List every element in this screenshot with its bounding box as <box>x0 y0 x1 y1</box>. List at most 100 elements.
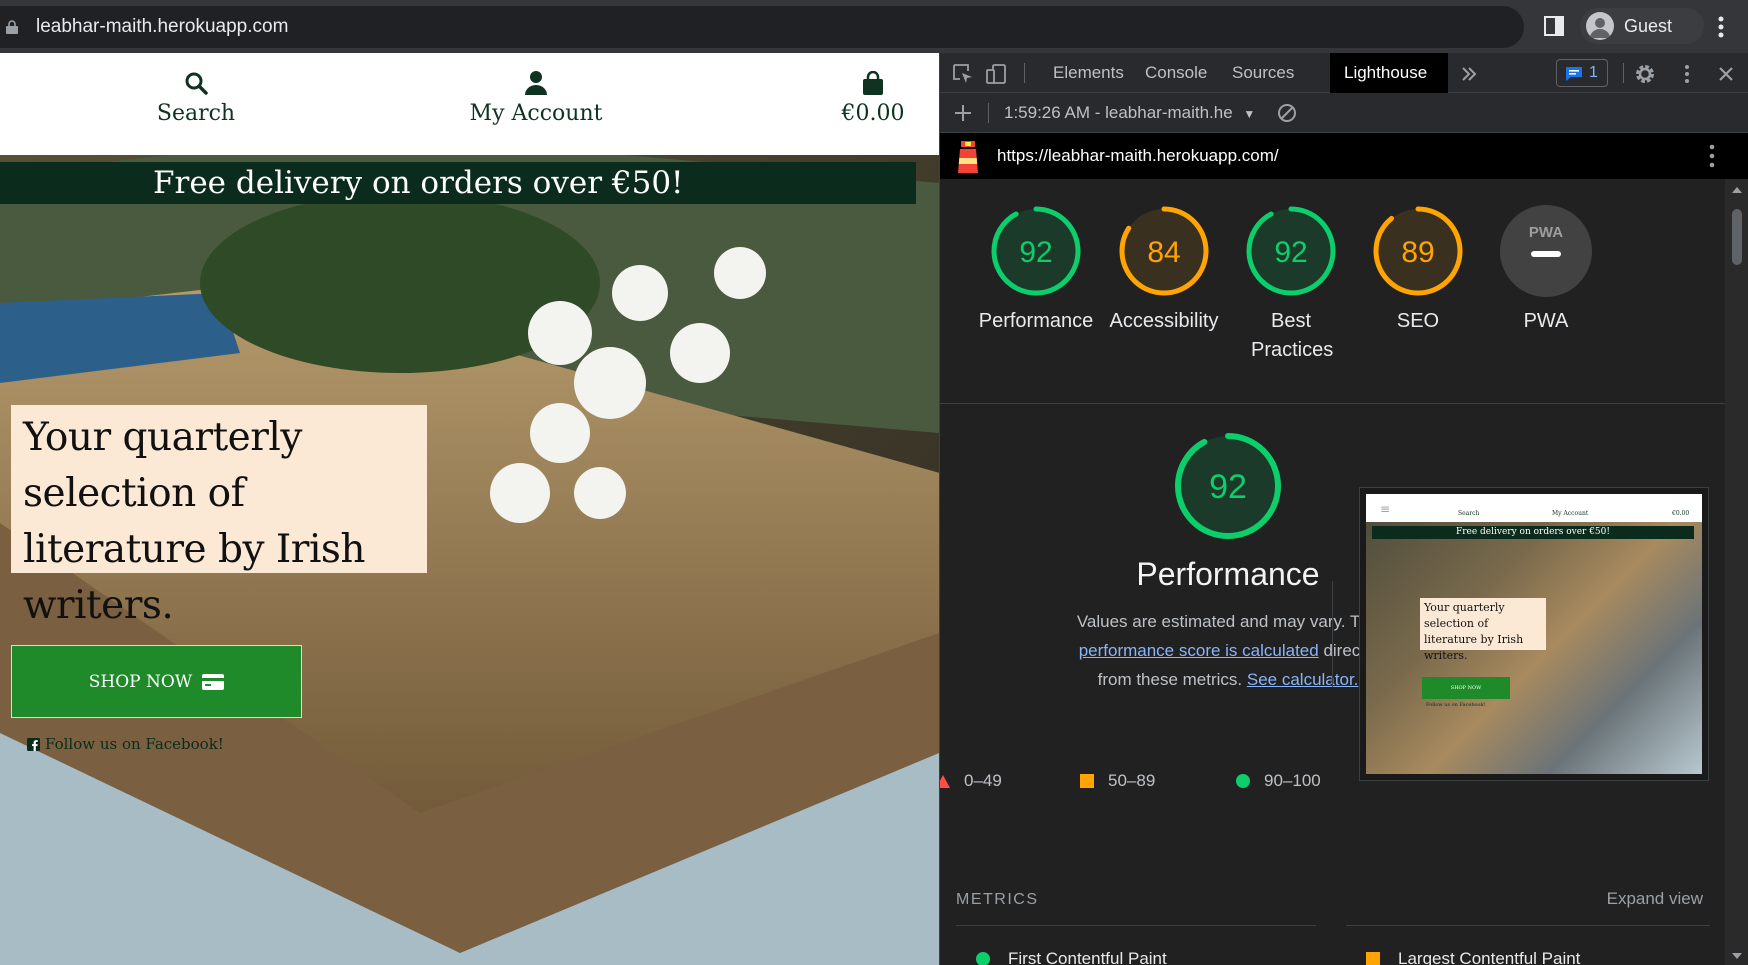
address-bar[interactable]: leabhar-maith.herokuapp.com <box>0 6 1524 48</box>
toolbar-separator <box>988 103 989 123</box>
score-calculated-link[interactable]: performance score is calculated <box>1079 641 1319 660</box>
report-selector-value: 1:59:26 AM - leabhar-maith.he <box>1004 103 1233 122</box>
final-screenshot[interactable]: ≡ Search My Account €0.00 Free delivery … <box>1359 487 1709 781</box>
metrics-divider <box>1346 925 1710 926</box>
nav-search-link[interactable]: Search <box>150 71 242 126</box>
shopping-bag-icon <box>863 71 883 95</box>
report-scrollbar[interactable] <box>1725 179 1748 965</box>
site-header: Search My Account €0.00 <box>0 53 939 155</box>
gauge-seo[interactable]: 89 SEO <box>1358 205 1478 336</box>
report-menu-icon[interactable] <box>1709 144 1715 168</box>
shop-now-label: SHOP NOW <box>88 671 193 692</box>
gauge-label: Best Practices <box>1251 310 1334 361</box>
profile-label: Guest <box>1624 16 1673 36</box>
metric-largest-contentful-paint: Largest Contentful Paint <box>1366 949 1580 965</box>
scroll-up-arrow-icon[interactable] <box>1732 187 1742 193</box>
gauge-ring: 89 <box>1373 206 1463 296</box>
nav-search-label: Search <box>156 101 236 126</box>
thumb-banner: Free delivery on orders over €50! <box>1372 526 1694 539</box>
thumb-facebook: Follow us on Facebook! <box>1426 702 1486 708</box>
gauge-pwa[interactable]: PWA PWA <box>1486 205 1606 336</box>
lighthouse-report: 92 Performance 84 Accessibility 92 Best Pract… <box>940 179 1725 965</box>
pass-circle-icon <box>976 952 990 965</box>
thumb-search: Search <box>1458 510 1480 517</box>
clear-reports-icon[interactable] <box>1276 102 1298 124</box>
lighthouse-url-bar: https://leabhar-maith.herokuapp.com/ <box>940 133 1748 179</box>
legend-fail: 0–49 <box>940 771 1002 791</box>
tab-separator <box>1024 63 1025 83</box>
section-divider <box>940 403 1725 404</box>
gauge-score-value: 89 <box>1401 236 1434 269</box>
tab-lighthouse[interactable]: Lighthouse <box>1330 53 1448 93</box>
more-tabs-icon[interactable] <box>1458 63 1480 85</box>
devtools-menu-icon[interactable] <box>1676 63 1698 85</box>
dropdown-caret-icon: ▼ <box>1243 107 1256 121</box>
gauge-ring: 92 <box>991 206 1081 296</box>
facebook-icon <box>27 737 40 751</box>
metric-label: First Contentful Paint <box>1008 949 1167 965</box>
gauge-ring: PWA <box>1500 205 1592 297</box>
hero-tagline: Your quarterly selection of literature b… <box>11 405 427 628</box>
settings-gear-icon[interactable] <box>1634 63 1656 85</box>
metrics-heading: METRICS <box>956 891 1039 908</box>
shop-now-button[interactable]: SHOP NOW <box>11 645 302 718</box>
gauge-score-value: 92 <box>1274 236 1307 269</box>
metrics-divider <box>956 925 1316 926</box>
gauge-label: SEO <box>1396 310 1440 332</box>
gauge-label: Performance <box>978 310 1094 332</box>
nav-cart-link[interactable]: €0.00 <box>836 71 910 126</box>
tab-sources[interactable]: Sources <box>1218 53 1308 93</box>
pwa-dash-icon <box>1531 251 1561 257</box>
thumb-cart: €0.00 <box>1672 510 1690 517</box>
gauge-performance[interactable]: 92 Performance <box>976 205 1096 336</box>
tab-console[interactable]: Console <box>1131 53 1221 93</box>
issues-badge[interactable]: 1 <box>1556 59 1608 87</box>
perf-desc-prefix: Values are estimated and may vary. The <box>1076 612 1380 631</box>
devtools-panel: Elements Console Sources Lighthouse 1 1:… <box>939 53 1748 965</box>
gauge-label: PWA <box>1523 310 1569 332</box>
website-viewport: Search My Account €0.00 Free delivery on… <box>0 53 939 965</box>
new-report-plus-icon[interactable] <box>952 102 974 124</box>
inspect-element-icon[interactable] <box>952 63 974 85</box>
devtools-tabbar: Elements Console Sources Lighthouse 1 <box>940 53 1748 93</box>
address-url: leabhar-maith.herokuapp.com <box>36 16 289 37</box>
performance-title: Performance <box>1136 556 1320 592</box>
lighthouse-report-url: https://leabhar-maith.herokuapp.com/ <box>997 146 1279 165</box>
gauge-ring: 92 <box>1246 206 1336 296</box>
tab-elements[interactable]: Elements <box>1039 53 1138 93</box>
gauge-score-value: 92 <box>1209 468 1247 506</box>
gauge-accessibility[interactable]: 84 Accessibility <box>1104 205 1224 336</box>
browser-menu-icon[interactable] <box>1718 16 1724 38</box>
nav-cart-total: €0.00 <box>841 101 905 126</box>
gauge-best-practices[interactable]: 92 Best Practices <box>1231 205 1351 365</box>
see-calculator-link[interactable]: See calculator. <box>1247 670 1359 689</box>
thumb-nav: ≡ Search My Account €0.00 <box>1366 494 1702 522</box>
browser-topbar: leabhar-maith.herokuapp.com Guest <box>0 0 1748 53</box>
gauge-score-value: 84 <box>1147 236 1180 269</box>
search-icon <box>185 72 208 95</box>
device-toolbar-icon[interactable] <box>986 63 1008 85</box>
performance-summary: 92 Performance Values are estimated and … <box>1068 431 1388 694</box>
legend-average-label: 50–89 <box>1108 771 1156 790</box>
nav-account-link[interactable]: My Account <box>466 71 606 126</box>
legend-average: 50–89 <box>1080 771 1155 791</box>
gauge-label: Accessibility <box>1109 310 1219 332</box>
side-panel-icon[interactable] <box>1544 16 1564 36</box>
issues-chat-icon <box>1566 67 1582 81</box>
report-selector[interactable]: 1:59:26 AM - leabhar-maith.he ▼ <box>1004 93 1255 134</box>
legend-pass-label: 90–100 <box>1264 771 1321 790</box>
facebook-link[interactable]: Follow us on Facebook! <box>27 735 224 753</box>
thumb-account: My Account <box>1552 510 1589 517</box>
profile-button[interactable]: Guest <box>1580 8 1704 44</box>
expand-view-button[interactable]: Expand view <box>1607 889 1703 909</box>
performance-description: Values are estimated and may vary. The p… <box>1068 607 1388 694</box>
nav-account-label: My Account <box>469 101 603 126</box>
close-devtools-icon[interactable] <box>1715 63 1737 85</box>
thumb-hamburger-icon: ≡ <box>1380 502 1391 516</box>
scroll-down-arrow-icon[interactable] <box>1732 953 1742 959</box>
summary-divider <box>1332 581 1333 687</box>
gauge-ring: 84 <box>1119 206 1209 296</box>
user-icon <box>525 71 547 95</box>
scrollbar-thumb[interactable] <box>1732 209 1742 265</box>
free-delivery-banner: Free delivery on orders over €50! <box>0 162 916 204</box>
